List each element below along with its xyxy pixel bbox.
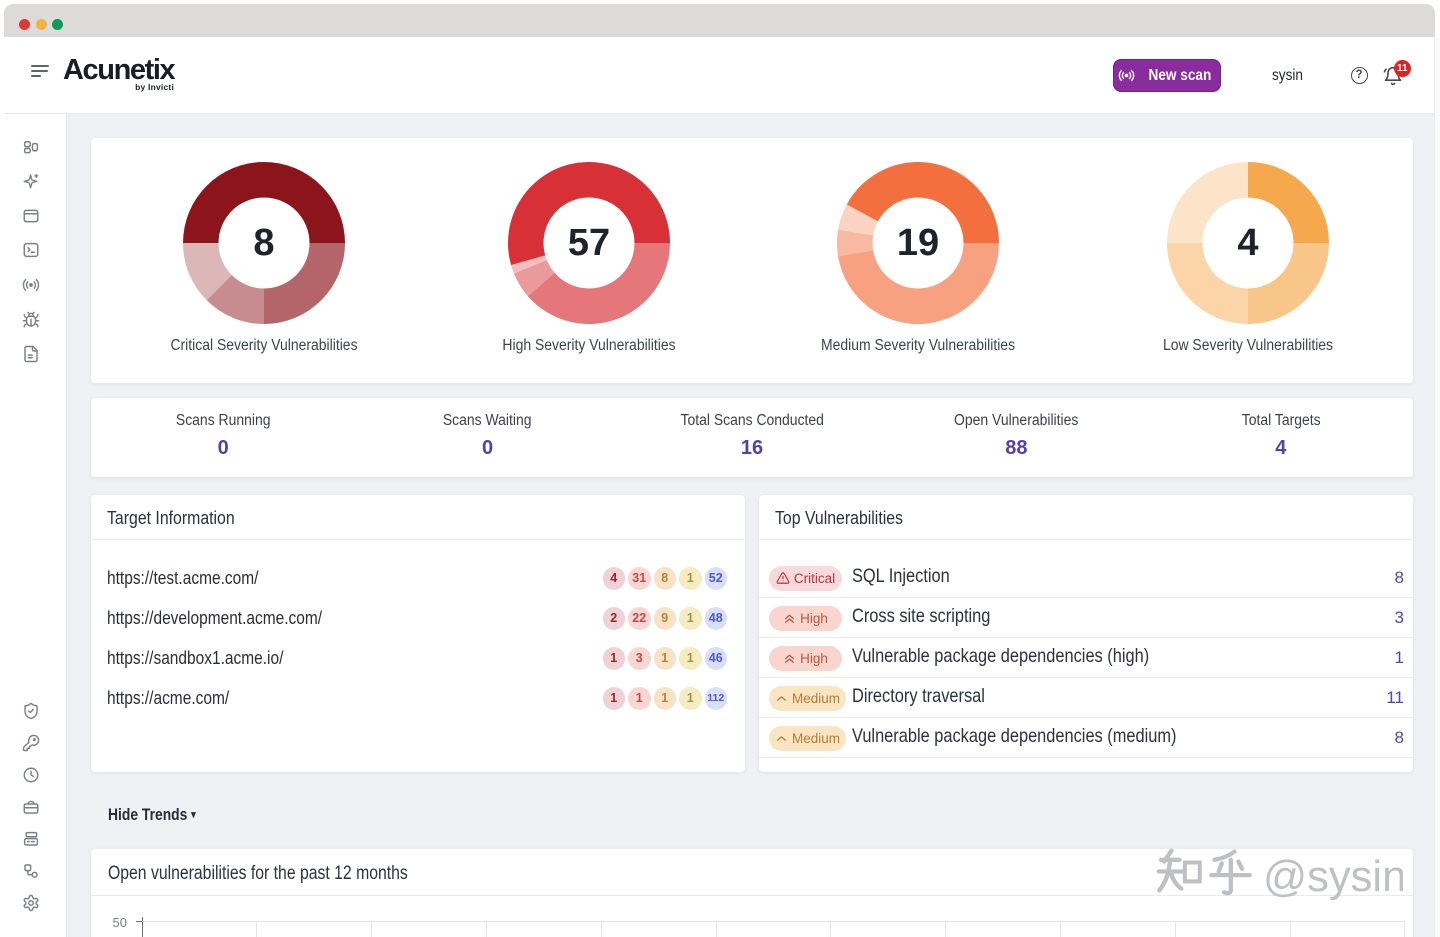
svg-text:@sysin: @sysin <box>1263 853 1403 900</box>
